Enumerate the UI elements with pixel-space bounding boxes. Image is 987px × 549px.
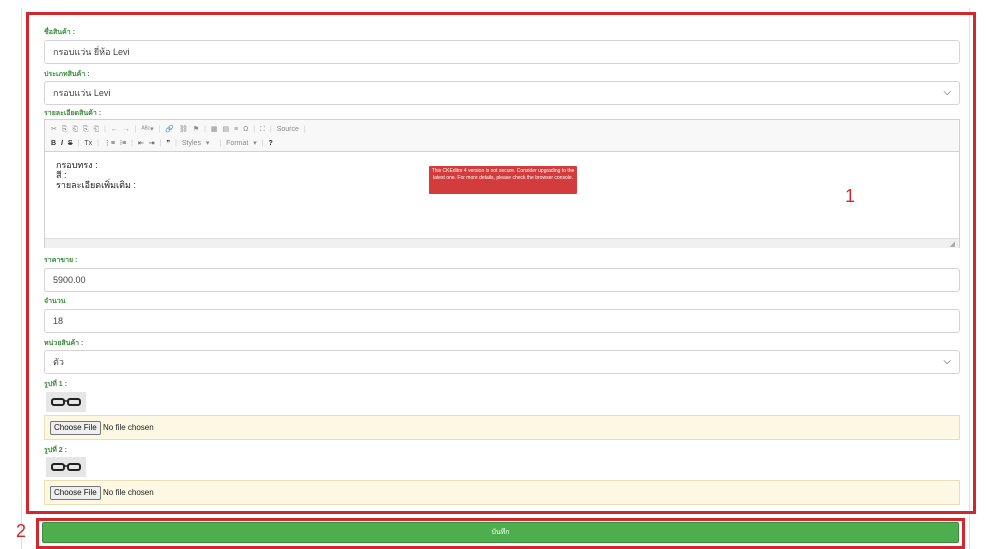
annotation-box-2 (36, 518, 965, 549)
annotation-box-1 (26, 12, 976, 514)
annotation-number-2: 2 (16, 521, 27, 541)
annotation-number-1: 1 (845, 186, 856, 206)
